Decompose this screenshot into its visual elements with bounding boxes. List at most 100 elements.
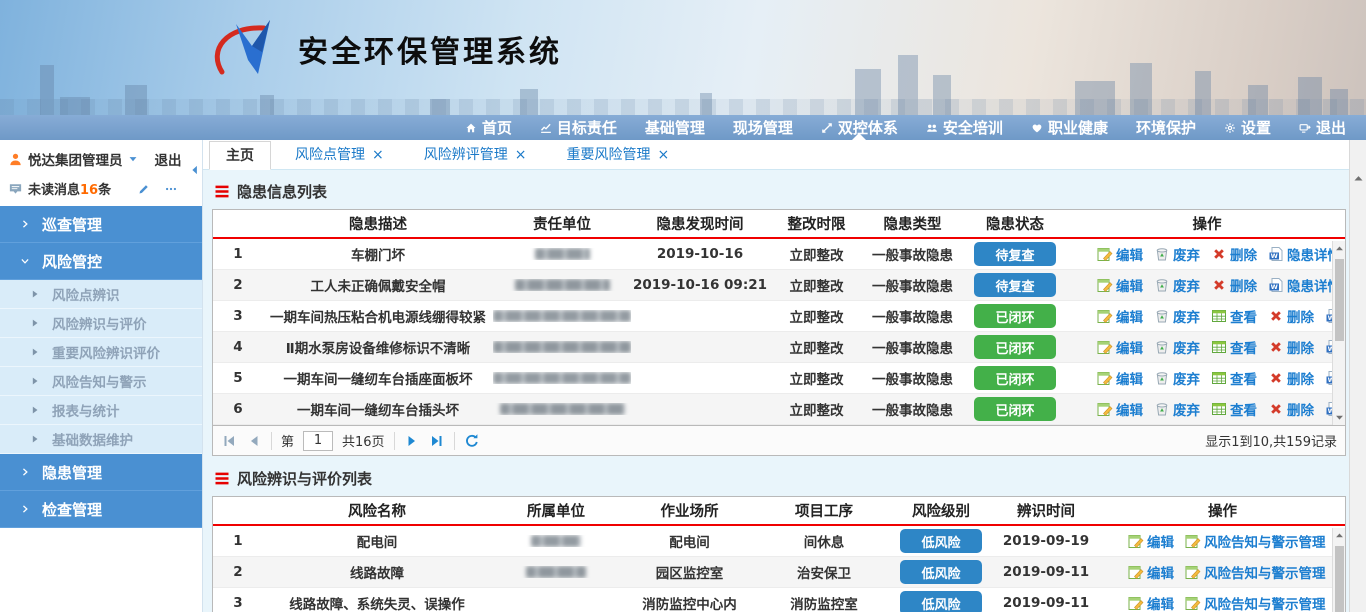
action-view[interactable]: 查看 bbox=[1211, 306, 1257, 326]
action-delete[interactable]: 删除 bbox=[1268, 306, 1314, 326]
scroll-up-icon[interactable] bbox=[1334, 530, 1345, 541]
nav-item-3[interactable]: 基础管理 bbox=[631, 115, 719, 140]
scroll-down-icon[interactable] bbox=[1334, 412, 1345, 423]
nav-item-6[interactable]: 安全培训 bbox=[912, 115, 1017, 140]
action-delete[interactable]: 删除 bbox=[1211, 244, 1257, 264]
chevron-right-icon bbox=[20, 504, 30, 514]
sidebar-subitem-3[interactable]: 重要风险辨识评价 bbox=[0, 338, 202, 367]
table-row[interactable]: 3 一期车间热压粘合机电源线绷得较紧 立即整改 一般事故隐患 已闭环 编辑废弃查… bbox=[213, 301, 1345, 332]
action-discard[interactable]: 废弃 bbox=[1154, 399, 1200, 419]
scrollbar-thumb[interactable] bbox=[1335, 259, 1344, 341]
action-discard[interactable]: 废弃 bbox=[1154, 306, 1200, 326]
sidebar-item-1[interactable]: 巡查管理 bbox=[0, 206, 202, 243]
table-row[interactable]: 2 工人未正确佩戴安全帽 2019-10-16 09:21 立即整改 一般事故隐… bbox=[213, 270, 1345, 301]
last-page-button[interactable] bbox=[429, 433, 445, 449]
nav-item-10[interactable]: 退出 bbox=[1285, 115, 1360, 140]
refresh-button[interactable] bbox=[464, 433, 480, 449]
scroll-up-icon[interactable] bbox=[1334, 243, 1345, 254]
user-name[interactable]: 悦达集团管理员 bbox=[28, 149, 123, 169]
action-risk-notice[interactable]: 风险告知与警示管理 bbox=[1185, 531, 1326, 551]
sidebar-item-3[interactable]: 隐患管理 bbox=[0, 454, 202, 491]
action-edit[interactable]: 编辑 bbox=[1097, 306, 1143, 326]
sidebar-subitem-2[interactable]: 风险辨识与评价 bbox=[0, 309, 202, 338]
action-risk-notice[interactable]: 风险告知与警示管理 bbox=[1185, 562, 1326, 582]
sidebar-item-4[interactable]: 检查管理 bbox=[0, 491, 202, 528]
tab-close-icon[interactable]: × bbox=[372, 148, 384, 162]
action-discard[interactable]: 废弃 bbox=[1154, 337, 1200, 357]
tri-right-icon bbox=[30, 347, 40, 357]
sidebar-subitem-6[interactable]: 基础数据维护 bbox=[0, 425, 202, 454]
risk-table: 风险名称所属单位作业场所项目工序风险级别辨识时间操作 1 配电间 配电间 间休息… bbox=[212, 496, 1346, 612]
action-delete[interactable]: 删除 bbox=[1268, 368, 1314, 388]
chevron-down-icon[interactable] bbox=[128, 154, 138, 164]
action-view[interactable]: 查看 bbox=[1211, 399, 1257, 419]
action-view[interactable]: 查看 bbox=[1211, 368, 1257, 388]
tab-2[interactable]: 风险点管理× bbox=[279, 140, 400, 169]
action-risk-notice[interactable]: 风险告知与警示管理 bbox=[1185, 593, 1326, 612]
table-row[interactable]: 2 线路故障 园区监控室 治安保卫 低风险 2019-09-11 编辑风险告知与… bbox=[213, 557, 1345, 588]
action-discard[interactable]: 废弃 bbox=[1154, 244, 1200, 264]
action-edit[interactable]: 编辑 bbox=[1128, 593, 1174, 612]
redacted-text bbox=[493, 372, 631, 384]
action-delete[interactable]: 删除 bbox=[1268, 337, 1314, 357]
first-page-button[interactable] bbox=[221, 433, 237, 449]
nav-item-2[interactable]: 目标责任 bbox=[526, 115, 631, 140]
table-row[interactable]: 5 一期车间一缝纫车台插座面板坏 立即整改 一般事故隐患 已闭环 编辑废弃查看删… bbox=[213, 363, 1345, 394]
tab-4[interactable]: 重要风险管理× bbox=[550, 140, 685, 169]
table-row[interactable]: 6 一期车间一缝纫车台插头坏 立即整改 一般事故隐患 已闭环 编辑废弃查看删除W… bbox=[213, 394, 1345, 425]
sidebar-logout-link[interactable]: 退出 bbox=[155, 149, 182, 169]
view-icon bbox=[1211, 370, 1227, 386]
page-input[interactable] bbox=[303, 431, 333, 451]
table-row[interactable]: 1 配电间 配电间 间休息 低风险 2019-09-19 编辑风险告知与警示管理… bbox=[213, 526, 1345, 557]
status-badge: 待复查 bbox=[974, 273, 1056, 297]
nav-item-5[interactable]: 双控体系 bbox=[807, 115, 912, 140]
scrollbar-thumb[interactable] bbox=[1335, 546, 1344, 612]
action-discard[interactable]: 废弃 bbox=[1154, 368, 1200, 388]
sidebar-subitem-4[interactable]: 风险告知与警示 bbox=[0, 367, 202, 396]
action-view[interactable]: 查看 bbox=[1211, 337, 1257, 357]
prev-page-button[interactable] bbox=[246, 433, 262, 449]
action-delete[interactable]: 删除 bbox=[1268, 399, 1314, 419]
tab-1[interactable]: 主页 bbox=[209, 141, 271, 170]
sidebar-collapse-icon[interactable] bbox=[189, 162, 201, 176]
risk-level-badge: 低风险 bbox=[900, 560, 982, 584]
scroll-up-icon[interactable] bbox=[1352, 172, 1365, 185]
table-row[interactable]: 3 线路故障、系统失灵、误操作 消防监控中心内 消防监控室 低风险 2019-0… bbox=[213, 588, 1345, 612]
unread-messages[interactable]: 未读消息16条 bbox=[28, 179, 111, 198]
nav-item-8[interactable]: 环境保护 bbox=[1122, 115, 1210, 140]
nav-item-9[interactable]: 设置 bbox=[1210, 115, 1285, 140]
sidebar-subitem-1[interactable]: 风险点辨识 bbox=[0, 280, 202, 309]
action-edit[interactable]: 编辑 bbox=[1128, 531, 1174, 551]
action-hazard-detail[interactable]: W隐患详情 bbox=[1268, 244, 1341, 264]
nav-item-1[interactable]: 首页 bbox=[451, 115, 526, 140]
action-edit[interactable]: 编辑 bbox=[1097, 399, 1143, 419]
app-title: 安全环保管理系统 bbox=[298, 27, 562, 71]
sidebar-item-2[interactable]: 风险管控 bbox=[0, 243, 202, 280]
hazard-table-scrollbar[interactable] bbox=[1332, 241, 1345, 425]
redacted-text bbox=[515, 279, 610, 291]
tab-close-icon[interactable]: × bbox=[515, 148, 527, 162]
action-edit[interactable]: 编辑 bbox=[1097, 368, 1143, 388]
column-header: 隐患发现时间 bbox=[631, 213, 769, 234]
pencil-icon[interactable] bbox=[138, 183, 150, 195]
action-discard[interactable]: 废弃 bbox=[1154, 275, 1200, 295]
action-delete[interactable]: 删除 bbox=[1211, 275, 1257, 295]
next-page-button[interactable] bbox=[404, 433, 420, 449]
tab-3[interactable]: 风险辨评管理× bbox=[408, 140, 543, 169]
chevron-right-icon bbox=[20, 219, 30, 229]
action-edit[interactable]: 编辑 bbox=[1097, 337, 1143, 357]
action-edit[interactable]: 编辑 bbox=[1097, 275, 1143, 295]
risk-table-scrollbar[interactable] bbox=[1332, 528, 1345, 612]
table-row[interactable]: 4 Ⅱ期水泵房设备维修标识不清晰 立即整改 一般事故隐患 已闭环 编辑废弃查看删… bbox=[213, 332, 1345, 363]
action-edit[interactable]: 编辑 bbox=[1097, 244, 1143, 264]
ellipsis-icon[interactable] bbox=[165, 183, 177, 195]
action-hazard-detail[interactable]: W隐患详情 bbox=[1268, 275, 1341, 295]
table-row[interactable]: 1 车棚门坏 2019-10-16 立即整改 一般事故隐患 待复查 编辑废弃删除… bbox=[213, 239, 1345, 270]
page-scrollbar[interactable] bbox=[1349, 140, 1366, 612]
sidebar-subitem-5[interactable]: 报表与统计 bbox=[0, 396, 202, 425]
nav-item-4[interactable]: 现场管理 bbox=[719, 115, 807, 140]
nav-item-7[interactable]: 职业健康 bbox=[1017, 115, 1122, 140]
tab-close-icon[interactable]: × bbox=[657, 148, 669, 162]
list-icon bbox=[214, 472, 230, 485]
action-edit[interactable]: 编辑 bbox=[1128, 562, 1174, 582]
